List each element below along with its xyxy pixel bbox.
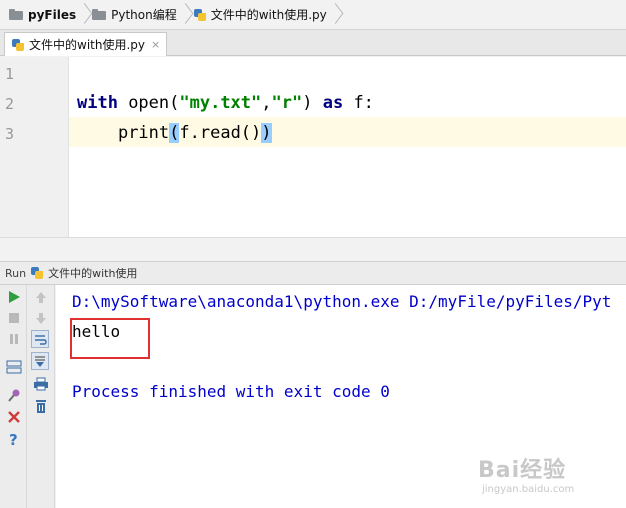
breadcrumb-folder[interactable]: Python编程 <box>92 0 177 30</box>
baidu-watermark: Bai经验 jingyan.baidu.com <box>478 452 574 495</box>
line-number: 2 <box>5 95 15 113</box>
run-toolbar-secondary <box>27 285 55 508</box>
code-target: f: <box>343 93 374 113</box>
scroll-up-button[interactable] <box>32 288 50 306</box>
python-file-icon <box>11 38 25 52</box>
close-run-button[interactable] <box>5 408 23 426</box>
scroll-to-end-icon <box>35 356 45 367</box>
code-comma: , <box>261 93 272 113</box>
console-command-line: D:\mySoftware\anaconda1\python.exe D:/my… <box>72 292 612 311</box>
string-literal: "r" <box>271 93 303 113</box>
stop-button[interactable] <box>5 309 23 327</box>
python-file-icon <box>30 266 44 280</box>
code-line-3[interactable]: print(f.read()) <box>77 123 272 143</box>
line-number: 1 <box>5 65 15 83</box>
breadcrumb-folder-label: Python编程 <box>111 8 177 22</box>
print-button[interactable] <box>32 375 50 393</box>
restore-layout-button[interactable] <box>5 358 23 376</box>
folder-icon <box>9 9 23 20</box>
help-icon: ? <box>9 431 18 447</box>
pin-tab-button[interactable] <box>5 386 23 404</box>
run-panel-header: Run 文件中的with使用 <box>0 261 626 285</box>
run-label: Run <box>5 266 27 280</box>
pause-icon <box>10 334 18 344</box>
code-open-call: open( <box>117 93 180 113</box>
breadcrumb: pyFiles Python编程 文件中的with使用.py <box>0 0 626 30</box>
code-editor[interactable]: 1 2 3 with open("my.txt","r") as f: prin… <box>0 57 626 237</box>
rerun-button[interactable] <box>5 288 23 306</box>
soft-wrap-toggle[interactable] <box>31 330 49 348</box>
close-icon <box>8 411 20 423</box>
arrow-up-icon <box>36 292 46 303</box>
code-read-call: f.read() <box>179 123 262 143</box>
clear-all-button[interactable] <box>32 397 50 415</box>
watermark-brand: Bai经验 <box>478 458 567 483</box>
trash-icon <box>36 400 46 413</box>
stop-icon <box>9 313 19 323</box>
breadcrumb-separator-icon <box>78 0 88 30</box>
line-number-gutter <box>0 57 69 237</box>
close-icon[interactable]: × <box>151 38 160 51</box>
matched-paren: ) <box>261 123 272 143</box>
run-toolbar-primary: ? <box>0 285 27 508</box>
code-line-2[interactable]: with open("my.txt","r") as f: <box>77 93 374 113</box>
layout-icon <box>6 360 22 374</box>
editor-tab[interactable]: 文件中的with使用.py × <box>4 32 167 56</box>
editor-status-strip <box>0 237 626 261</box>
string-literal: "my.txt" <box>179 93 262 113</box>
editor-tab-label: 文件中的with使用.py <box>29 38 145 52</box>
keyword-with: with <box>77 93 118 113</box>
matched-paren: ( <box>169 123 180 143</box>
breadcrumb-separator-icon <box>329 0 339 30</box>
breadcrumb-file-label: 文件中的with使用.py <box>210 8 327 22</box>
watermark-url: jingyan.baidu.com <box>482 484 575 495</box>
keyword-as: as <box>322 93 344 113</box>
breadcrumb-project-label: pyFiles <box>28 7 77 22</box>
breadcrumb-project[interactable]: pyFiles <box>9 0 76 30</box>
folder-icon <box>92 9 107 20</box>
code-close-paren: ) <box>302 93 323 113</box>
run-config-name[interactable]: 文件中的with使用 <box>48 265 137 281</box>
line-number: 3 <box>5 125 15 143</box>
breadcrumb-file[interactable]: 文件中的with使用.py <box>193 0 327 30</box>
scroll-down-button[interactable] <box>32 309 50 327</box>
soft-wrap-icon <box>35 335 47 345</box>
editor-tab-bar: 文件中的with使用.py × <box>0 30 626 56</box>
console-finished-line: Process finished with exit code 0 <box>72 382 390 401</box>
help-button[interactable]: ? <box>5 430 23 448</box>
pin-icon <box>8 389 20 402</box>
pause-button[interactable] <box>5 330 23 348</box>
scroll-to-end-toggle[interactable] <box>31 352 49 370</box>
play-icon <box>9 291 20 303</box>
print-icon <box>34 377 48 391</box>
arrow-down-icon <box>36 313 46 324</box>
breadcrumb-separator-icon <box>179 0 189 30</box>
code-print-call: print <box>117 123 170 143</box>
output-highlight-box <box>70 318 150 359</box>
python-file-icon <box>193 8 207 22</box>
svg-text:?: ? <box>9 431 18 447</box>
